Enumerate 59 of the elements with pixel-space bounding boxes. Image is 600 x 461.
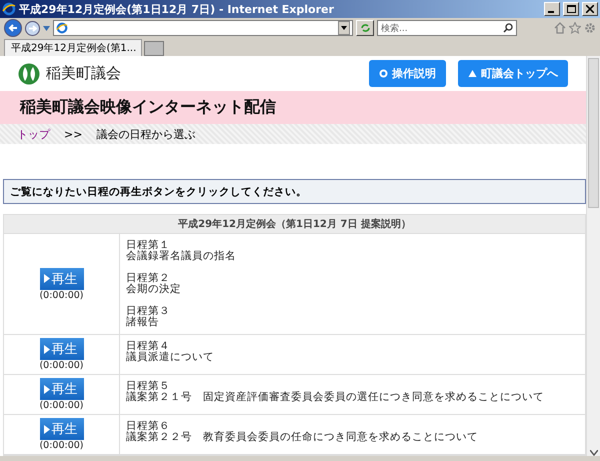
agenda-number: 日程第１ xyxy=(126,240,170,251)
close-button[interactable] xyxy=(582,2,598,16)
agenda-number: 日程第６ xyxy=(126,421,171,432)
star-icon[interactable] xyxy=(569,22,581,34)
help-button[interactable]: 操作説明 xyxy=(369,60,446,88)
refresh-icon xyxy=(360,23,370,33)
forward-arrow-icon xyxy=(28,24,37,32)
agenda-title: 会期の決定 xyxy=(126,284,182,295)
breadcrumb-link[interactable]: トップ xyxy=(17,126,50,142)
scrollbar-thumb[interactable] xyxy=(588,58,599,208)
scroll-down-icon[interactable] xyxy=(590,450,598,456)
instruction-notice: ご覧になりたい日程の再生ボタンをクリックしてください。 xyxy=(3,179,586,204)
browser-icon xyxy=(2,2,16,16)
duration: (0:00:00) xyxy=(39,400,84,411)
breadcrumb-current: 議会の日程から選ぶ xyxy=(96,126,196,142)
duration: (0:00:00) xyxy=(39,290,84,300)
agenda-title: 議案第２２号 教育委員会委員の任命につき同意を求めることについて xyxy=(126,432,479,443)
back-button[interactable] xyxy=(4,19,22,37)
home-button[interactable]: 町議会トップへ xyxy=(458,60,568,88)
duration: (0:00:00) xyxy=(39,360,84,371)
maximize-icon xyxy=(566,5,576,13)
agenda-number: 日程第３ xyxy=(126,306,171,317)
agenda-number: 日程第２ xyxy=(126,273,170,284)
browser-icon xyxy=(56,22,68,34)
play-button[interactable]: 再生 xyxy=(40,378,84,400)
play-button[interactable]: 再生 xyxy=(40,268,84,290)
maximize-button[interactable] xyxy=(563,2,579,16)
agenda-title: 議員派遣について xyxy=(126,352,215,363)
close-icon xyxy=(586,5,594,13)
page-title: 稲美町議会映像インターネット配信 xyxy=(20,97,276,118)
play-button[interactable]: 再生 xyxy=(40,418,84,440)
browser-tab[interactable]: 平成29年12月定例会(第1... xyxy=(4,39,142,56)
play-icon xyxy=(44,384,50,394)
agenda-number: 日程第４ xyxy=(126,341,171,352)
caret-icon[interactable] xyxy=(341,26,347,30)
logo-icon xyxy=(18,62,40,85)
breadcrumb-separator: >> xyxy=(64,128,82,141)
refresh-button[interactable] xyxy=(356,20,374,36)
duration: (0:00:00) xyxy=(39,440,84,451)
play-icon xyxy=(44,344,50,354)
triangle-icon xyxy=(468,69,477,78)
minimize-button[interactable] xyxy=(544,2,560,16)
address-field[interactable] xyxy=(53,20,353,36)
play-icon xyxy=(44,424,50,434)
search-field[interactable]: 検索... xyxy=(377,20,517,36)
search-icon[interactable] xyxy=(503,23,513,33)
agenda-number: 日程第５ xyxy=(126,381,171,392)
agenda-title: 諸報告 xyxy=(126,317,160,328)
table-heading: 平成29年12月定例会（第1日12月 7日 提案説明） xyxy=(4,215,585,234)
forward-button[interactable] xyxy=(25,20,40,36)
play-icon xyxy=(44,274,50,283)
dropdown-icon[interactable] xyxy=(43,26,50,30)
window-title: 平成29年12月定例会(第1日12月 7日) - Internet Explorer xyxy=(19,2,335,16)
agenda-title: 議案第２１号 固定資産評価審査委員会委員の選任につき同意を求めることについて xyxy=(126,392,545,403)
back-arrow-icon xyxy=(8,23,18,33)
site-name: 稲美町議会 xyxy=(46,64,122,84)
ring-icon xyxy=(379,69,388,78)
agenda-title: 会議録署名議員の指名 xyxy=(126,251,237,262)
play-button[interactable]: 再生 xyxy=(40,338,84,360)
